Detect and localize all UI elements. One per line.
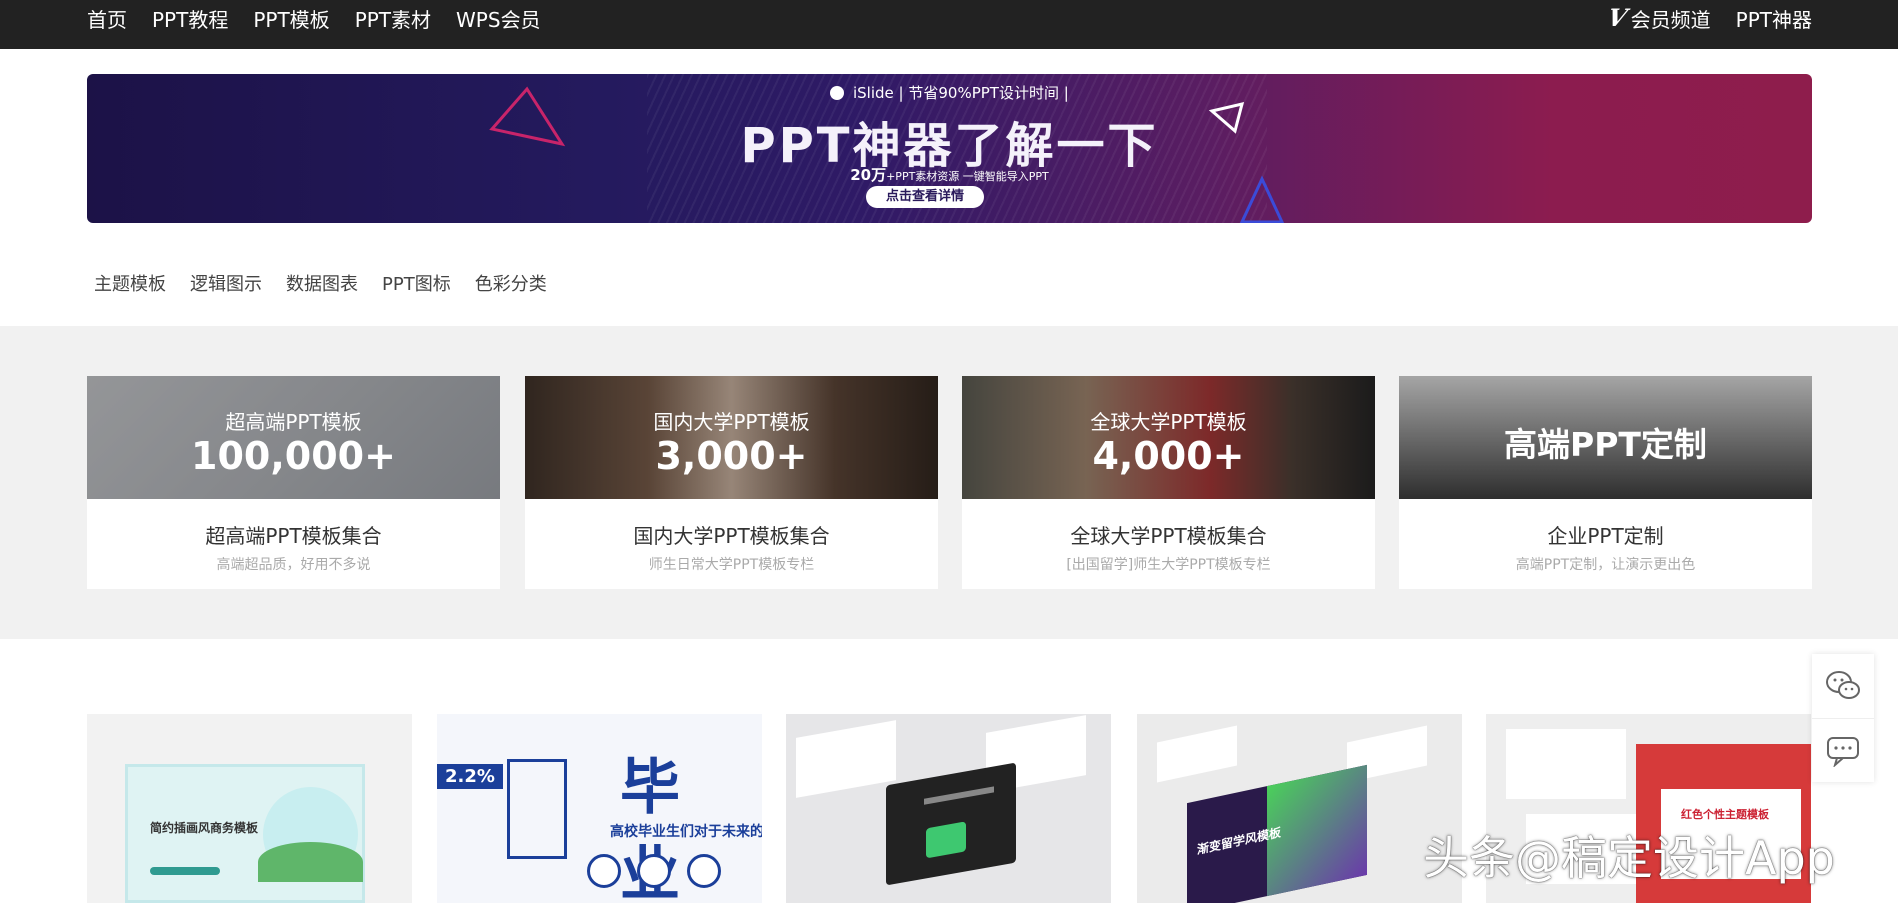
collection-card-global-univ[interactable]: 全球大学PPT模板 4,000+ 全球大学PPT模板集合 [出国留学]师生大学P… xyxy=(962,376,1375,589)
card-subtitle: [出国留学]师生大学PPT模板专栏 xyxy=(1066,557,1271,573)
islide-logo-icon xyxy=(830,86,845,100)
banner-sub-text: +PPT素材资源 一键智能导入PPT xyxy=(886,170,1049,183)
card-thumbnail: 国内大学PPT模板 3,000+ xyxy=(525,376,938,499)
card-thumbnail: 全球大学PPT模板 4,000+ xyxy=(962,376,1375,499)
nav-ppt-material[interactable]: PPT素材 xyxy=(355,4,431,33)
subcat-logic[interactable]: 逻辑图示 xyxy=(190,270,262,296)
card-thumb-number: 3,000+ xyxy=(655,434,808,478)
card-subtitle: 高端PPT定制，让演示更出色 xyxy=(1515,557,1696,573)
watermark: 头条@稿定设计App xyxy=(1423,831,1835,885)
template-subtitle-line: 高校毕业生们对于未来的职业 xyxy=(610,824,762,840)
top-nav: 首页 PPT教程 PPT模板 PPT素材 WPS会员 V 会员频道 PPT神器 xyxy=(0,0,1898,49)
collection-section: 超高端PPT模板 100,000+ 超高端PPT模板集合 高端超品质，好用不多说… xyxy=(0,326,1898,639)
nav-wps-vip[interactable]: WPS会员 xyxy=(456,4,541,33)
collection-card-custom[interactable]: 高端PPT定制 企业PPT定制 高端PPT定制，让演示更出色 xyxy=(1399,376,1812,589)
subcat-chart[interactable]: 数据图表 xyxy=(286,270,358,296)
circle-icon xyxy=(637,854,671,888)
nav-left: 首页 PPT教程 PPT模板 PPT素材 WPS会员 xyxy=(87,0,541,36)
card-subtitle: 师生日常大学PPT模板专栏 xyxy=(648,557,815,573)
card-title: 企业PPT定制 xyxy=(1547,524,1664,548)
banner-tagline: 节省90%PPT设计时间 xyxy=(908,84,1059,102)
subcat-icon[interactable]: PPT图标 xyxy=(382,270,451,296)
card-thumb-label: 国内大学PPT模板 xyxy=(653,410,810,434)
subcategory-tabs: 主题模板 逻辑图示 数据图表 PPT图标 色彩分类 xyxy=(94,270,547,296)
template-slide: 简约插画风商务模板 xyxy=(125,764,365,903)
feedback-button[interactable] xyxy=(1812,718,1874,782)
card-thumbnail: 超高端PPT模板 100,000+ xyxy=(87,376,500,499)
nav-right: V 会员频道 PPT神器 xyxy=(1605,0,1812,36)
banner-brand: iSlide xyxy=(852,84,894,102)
app-icon xyxy=(926,821,966,859)
card-subtitle: 高端超品质，好用不多说 xyxy=(216,557,371,573)
promo-banner[interactable]: iSlide | 节省90%PPT设计时间 | PPT神器了解一下 20万+PP… xyxy=(87,74,1812,223)
nav-ppt-template[interactable]: PPT模板 xyxy=(253,4,329,33)
card-title: 全球大学PPT模板集合 xyxy=(1070,524,1267,548)
collection-card-domestic-univ[interactable]: 国内大学PPT模板 3,000+ 国内大学PPT模板集合 师生日常大学PPT模板… xyxy=(525,376,938,589)
circle-icon xyxy=(687,854,721,888)
template-slide: 渐变留学风模板 xyxy=(1187,764,1367,903)
card-thumbnail: 高端PPT定制 xyxy=(1399,376,1812,499)
bookshelf-icon xyxy=(507,759,567,859)
card-thumb-number: 100,000+ xyxy=(191,434,396,478)
collection-card-premium[interactable]: 超高端PPT模板 100,000+ 超高端PPT模板集合 高端超品质，好用不多说 xyxy=(87,376,500,589)
nav-ppt-tool[interactable]: PPT神器 xyxy=(1736,4,1812,33)
subcat-color[interactable]: 色彩分类 xyxy=(475,270,547,296)
template-thumbnail[interactable] xyxy=(786,714,1111,903)
circle-icon xyxy=(587,854,621,888)
vip-v-icon: V xyxy=(1605,3,1630,32)
banner-subtitle: 20万+PPT素材资源 一键智能导入PPT xyxy=(87,164,1812,185)
template-thumbnail[interactable]: 简约插画风商务模板 xyxy=(87,714,412,903)
template-percent: 2.2% xyxy=(437,764,503,789)
banner-detail-button[interactable]: 点击查看详情 xyxy=(866,186,984,208)
nav-home[interactable]: 首页 xyxy=(87,4,127,33)
card-title: 国内大学PPT模板集合 xyxy=(633,524,830,548)
card-thumb-label: 全球大学PPT模板 xyxy=(1090,410,1247,434)
template-thumbnail[interactable]: 渐变留学风模板 xyxy=(1137,714,1462,903)
card-thumb-big-label: 高端PPT定制 xyxy=(1504,425,1707,464)
template-thumbnail[interactable]: 2.2% 毕业 高校毕业生们对于未来的职业 xyxy=(437,714,762,903)
nav-ppt-tutorial[interactable]: PPT教程 xyxy=(152,4,228,33)
template-slide-title: 简约插画风商务模板 xyxy=(150,821,259,835)
wechat-icon xyxy=(1826,671,1860,699)
wechat-button[interactable] xyxy=(1812,654,1874,718)
card-thumb-label: 超高端PPT模板 xyxy=(225,410,362,434)
subcat-theme[interactable]: 主题模板 xyxy=(94,270,166,296)
chat-bubble-icon xyxy=(1827,736,1859,767)
nav-vip-label: 会员频道 xyxy=(1630,7,1711,32)
card-thumb-number: 4,000+ xyxy=(1092,434,1245,478)
floating-side-panel xyxy=(1812,654,1874,782)
template-slide-title: 红色个性主题模板 xyxy=(1681,808,1769,821)
template-slide xyxy=(886,762,1016,886)
card-title: 超高端PPT模板集合 xyxy=(205,524,382,548)
banner-tagline-row: iSlide | 节省90%PPT设计时间 | xyxy=(87,82,1812,103)
banner-count: 20万 xyxy=(850,166,887,184)
nav-vip-channel[interactable]: V 会员频道 xyxy=(1605,3,1711,33)
